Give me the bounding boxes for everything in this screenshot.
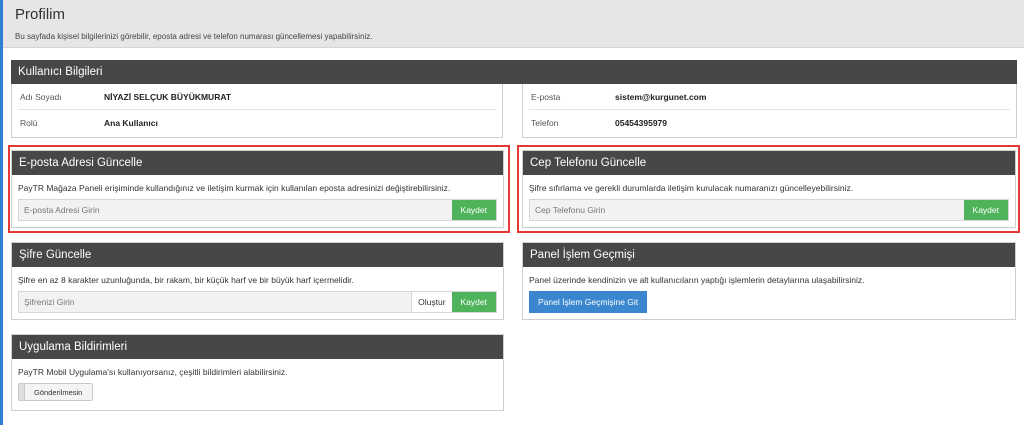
user-info-title: Kullanıcı Bilgileri (11, 60, 1017, 84)
history-panel: Panel İşlem Geçmişi Panel üzerinde kendi… (522, 242, 1016, 320)
info-label: Rolü (20, 118, 38, 128)
info-value: NİYAZİ SELÇUK BÜYÜKMURAT (104, 91, 232, 102)
page-subtitle: Bu sayfada kişisel bilgilerinizi görebil… (15, 32, 373, 41)
history-description: Panel üzerinde kendinizin ve alt kullanı… (529, 275, 865, 285)
password-input-group: Oluştur Kaydet (18, 291, 497, 313)
page-header: Profilim Bu sayfada kişisel bilgileriniz… (3, 0, 1024, 48)
email-input[interactable] (19, 200, 452, 220)
toggle-label: Gönderilmesin (34, 387, 83, 397)
password-input[interactable] (19, 292, 412, 312)
info-value: sistem@kurgunet.com (615, 91, 707, 102)
notifications-body: PayTR Mobil Uygulama'sı kullanıyorsanız,… (12, 359, 503, 402)
phone-input-group: Kaydet (529, 199, 1009, 221)
info-value: 05454395979 (615, 118, 668, 128)
notifications-title: Uygulama Bildirimleri (12, 335, 503, 359)
info-row-email: E-posta sistem@kurgunet.com (529, 84, 1010, 110)
history-title: Panel İşlem Geçmişi (523, 243, 1015, 267)
history-button[interactable]: Panel İşlem Geçmişine Git (529, 291, 648, 313)
phone-update-panel: Cep Telefonu Güncelle Şifre sıfırlama ve… (522, 150, 1016, 228)
phone-update-title: Cep Telefonu Güncelle (523, 151, 1015, 175)
password-update-title: Şifre Güncelle (12, 243, 503, 267)
email-input-group: Kaydet (18, 199, 497, 221)
info-label: Adı Soyadı (20, 91, 62, 102)
info-label: Telefon (531, 118, 559, 128)
history-body: Panel üzerinde kendinizin ve alt kullanı… (523, 267, 1015, 313)
password-save-button[interactable]: Kaydet (451, 292, 496, 312)
phone-input[interactable] (530, 200, 964, 220)
notifications-panel: Uygulama Bildirimleri PayTR Mobil Uygula… (11, 334, 504, 411)
generate-password-button[interactable]: Oluştur (411, 292, 452, 312)
user-info-left: Adı Soyadı NİYAZİ SELÇUK BÜYÜKMURAT Rolü… (11, 84, 503, 138)
phone-update-body: Şifre sıfırlama ve gerekli durumlarda il… (523, 175, 1015, 221)
email-update-description: PayTR Mağaza Paneli erişiminde kullandığ… (18, 183, 451, 193)
info-row-name: Adı Soyadı NİYAZİ SELÇUK BÜYÜKMURAT (18, 84, 496, 110)
email-save-button[interactable]: Kaydet (451, 200, 496, 220)
password-update-description: Şifre en az 8 karakter uzunluğunda, bir … (18, 275, 354, 285)
info-row-role: Rolü Ana Kullanıcı (18, 110, 496, 136)
info-label: E-posta (531, 91, 561, 102)
notification-toggle[interactable]: Gönderilmesin (18, 383, 94, 401)
info-row-phone: Telefon 05454395979 (529, 110, 1010, 136)
phone-save-button[interactable]: Kaydet (963, 200, 1008, 220)
email-update-body: PayTR Mağaza Paneli erişiminde kullandığ… (12, 175, 503, 221)
user-info-panel: Kullanıcı Bilgileri Adı Soyadı NİYAZİ SE… (11, 60, 1017, 138)
notifications-description: PayTR Mobil Uygulama'sı kullanıyorsanız,… (18, 367, 288, 377)
page-title: Profilim (15, 6, 66, 23)
email-update-panel: E-posta Adresi Güncelle PayTR Mağaza Pan… (11, 150, 504, 228)
password-update-body: Şifre en az 8 karakter uzunluğunda, bir … (12, 267, 503, 313)
phone-update-description: Şifre sıfırlama ve gerekli durumlarda il… (529, 183, 854, 193)
info-value: Ana Kullanıcı (104, 118, 158, 128)
email-update-title: E-posta Adresi Güncelle (12, 151, 503, 175)
password-update-panel: Şifre Güncelle Şifre en az 8 karakter uz… (11, 242, 504, 320)
left-accent-bar (0, 0, 3, 425)
user-info-right: E-posta sistem@kurgunet.com Telefon 0545… (522, 84, 1017, 138)
